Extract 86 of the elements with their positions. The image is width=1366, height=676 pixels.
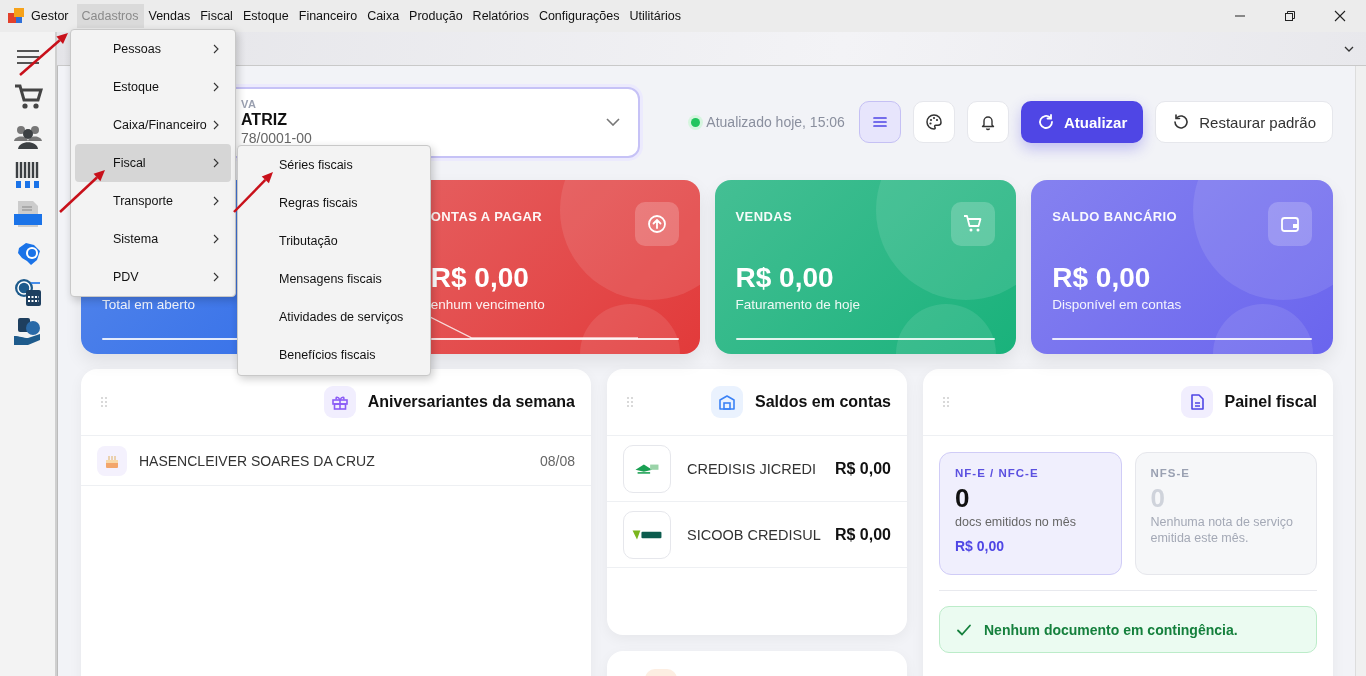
chevron-down-icon[interactable] [1344,45,1354,52]
widget-title: Saldos em contas [754,393,891,411]
menu-option[interactable]: Mensagens fiscais [238,260,430,298]
palette-icon [924,113,943,131]
fiscal-label: NFS-E [1150,467,1191,479]
chevron-right-icon [213,44,219,54]
card-title: SALDO BANCÁRIO [1052,209,1177,224]
bank-name: SICOOB CREDISUL [687,526,821,543]
restore-button[interactable]: Restaurar padrão [1155,101,1333,143]
card-value: R$ 0,00 [1052,261,1152,295]
fiscal-amount: R$ 0,00 [955,538,1006,554]
palette-button[interactable] [912,101,955,143]
menu-item[interactable]: Configurações [533,4,625,28]
annotation-arrow [233,172,273,213]
fiscal-description: Nenhuma nota de serviço emitida este mês. [1150,514,1294,546]
refresh-icon [1172,113,1191,131]
drag-handle-icon [943,397,949,407]
refresh-icon [1036,113,1055,131]
card-subtitle: Faturamento de hoje [735,296,862,314]
menu-item[interactable]: Estoque [237,4,294,28]
birthday-date: 08/08 [539,452,575,469]
card-subtitle: Disponível em contas [1052,296,1183,314]
cart-icon [963,214,984,234]
drag-handle-icon [101,397,107,407]
document-icon[interactable] [12,199,43,229]
card-title: ONTAS A PAGAR [430,209,543,224]
chevron-right-icon [213,234,219,244]
fiscal-label: NF-E / NFC-E [955,467,1040,479]
arrow-up-circle-icon [646,214,667,234]
cart-icon[interactable] [12,82,43,112]
menu-item[interactable]: Vendas [143,4,196,28]
bell-button[interactable] [966,101,1009,143]
menu-item[interactable]: Fiscal [195,4,238,28]
account-balance: R$ 0,00 [834,459,891,478]
company-document: 78/0001-00 [241,130,313,146]
widget-title: Aniversariantes da semana [367,393,575,411]
menu-item[interactable]: Relatórios [467,4,534,28]
chevron-right-icon [213,158,219,168]
card-value: R$ 0,00 [735,261,835,295]
menu-option[interactable]: Sistema [75,220,231,258]
menu-option[interactable]: PDV [75,258,231,296]
money-hand-icon[interactable] [12,316,43,346]
chevron-right-icon [213,272,219,282]
menu-option[interactable]: Benefícios fiscais [238,336,430,374]
app-logo-icon [8,8,24,24]
drag-handle-icon [627,397,633,407]
menu-option[interactable]: Pessoas [75,30,231,68]
chevron-right-icon [213,196,219,206]
calculator-icon[interactable] [12,277,43,307]
chevron-right-icon [213,120,219,130]
bank-logo-icon [632,529,662,540]
bank-icon [717,393,736,411]
menu-option[interactable]: Tributação [238,222,430,260]
annotation-arrow [19,33,68,76]
chevron-right-icon [213,82,219,92]
card-title: VENDAS [735,209,793,224]
bank-name: CREDISIS JICREDI [687,460,816,477]
menu-option[interactable]: Atividades de serviços [238,298,430,336]
status-text: Atualizado hoje, 15:06 [706,114,845,130]
account-balance: R$ 0,00 [834,525,891,544]
notice-text: Nenhum documento em contingência. [984,621,1238,638]
wallet-icon [1280,214,1300,234]
menu-item[interactable]: Utilitários [624,4,686,28]
app-name: Gestor [31,9,69,23]
menu-option[interactable]: Fiscal [75,144,231,182]
menu-item[interactable]: Financeiro [293,4,363,28]
menu-item[interactable]: Produção [404,4,468,28]
maximize-icon[interactable] [1284,10,1296,22]
menu-button[interactable] [858,101,901,143]
close-icon[interactable] [1334,10,1346,22]
refresh-button[interactable]: Atualizar [1020,101,1144,143]
menu-item[interactable]: Caixa [362,4,405,28]
person-name: HASENCLEIVER SOARES DA CRUZ [139,452,375,469]
bank-logo-icon [635,463,659,474]
menu-option[interactable]: Regras fiscais [238,184,430,222]
annotation-arrow [59,170,105,213]
card-value: R$ 0,00 [430,261,530,295]
selector-label: VA [241,98,258,110]
menu-option[interactable]: Transporte [75,182,231,220]
card-subtitle: enhum vencimento [430,296,546,314]
document-count: 0 [955,483,971,514]
card-subtitle: Total em aberto [102,296,197,314]
fiscal-description: docs emitidos no mês [955,514,1077,530]
widget-title: Painel fiscal [1224,393,1317,411]
company-name: ATRIZ [241,111,288,129]
chevron-down-icon [606,118,620,126]
